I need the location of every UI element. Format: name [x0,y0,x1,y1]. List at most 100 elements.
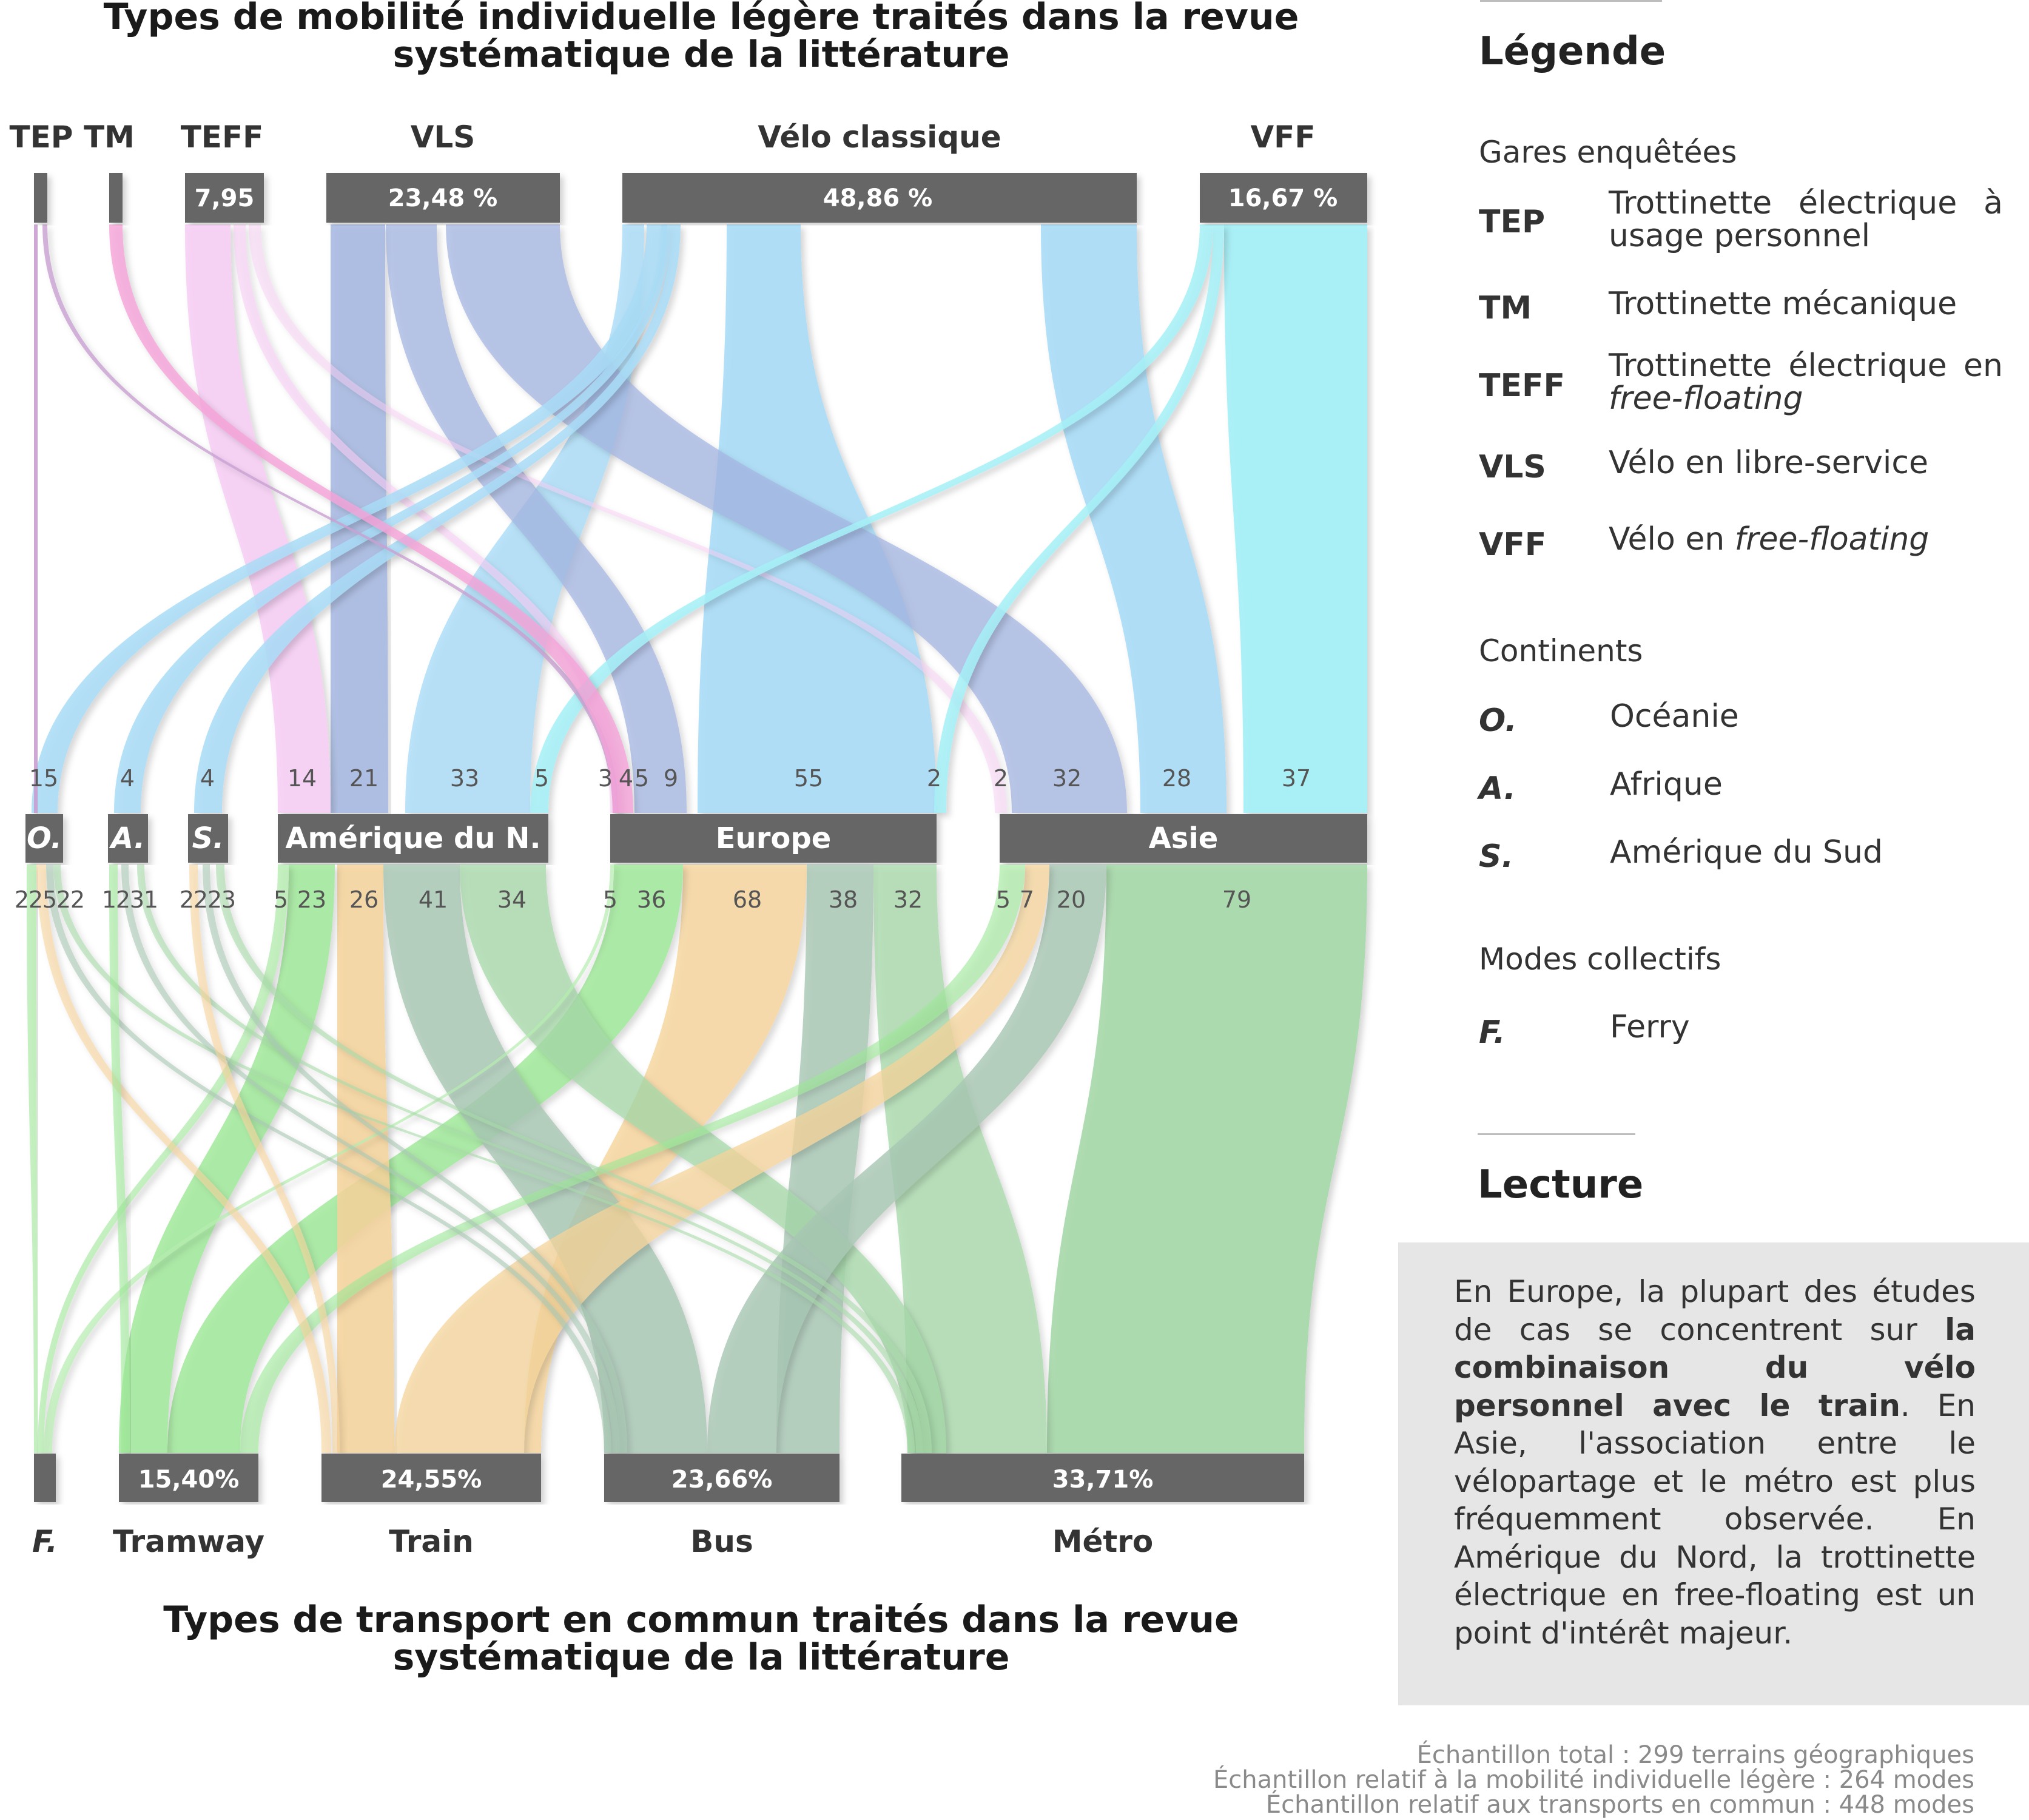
legend-def-amerique-du-sud: Amérique du Sud [1610,834,1883,871]
legend-def-vff: Vélo en free-floating [1609,521,1930,558]
sankey-diagram: Types de mobilité individuelle légère tr… [10,0,1367,1679]
value-label: 21 [349,765,379,792]
top-title-line-1: Types de mobilité individuelle légère tr… [104,0,1299,38]
value-label: 2 [180,886,194,913]
mode-label-bus: Bus [690,1524,753,1559]
flow-amerique-du-nord-train [337,864,394,1453]
bar-label-vff: 16,67 % [1228,184,1338,212]
legend-group-title: Gares enquêtées [1479,135,1737,170]
value-label: 2 [994,765,1008,792]
flow-afrique-tramway [109,864,130,1453]
legend-def-afrique: Afrique [1610,766,1723,803]
footnote-total: Échantillon total : 299 terrains géograp… [1416,1741,1974,1769]
value-label: 20 [1057,886,1086,913]
header-vff: VFF [1250,120,1315,155]
value-label: 5 [996,886,1011,913]
value-label: 5 [634,765,649,792]
bar-label-train: 24,55% [381,1466,482,1494]
legend-italic-term: free-floating [1609,380,1803,417]
bar-label-vls: 23,48 % [388,184,498,212]
value-label: 34 [497,886,527,913]
value-label: 32 [893,886,923,913]
value-label: 79 [1222,886,1251,913]
value-label: 2 [15,886,29,913]
value-label: 7 [1020,886,1034,913]
value-label: 4 [200,765,215,792]
value-label: 2 [29,886,43,913]
divider [1480,0,1662,2]
bar-label-metro: 33,71% [1052,1466,1154,1494]
bottom-title-line-2: systématique de la littérature [393,1636,1010,1679]
legend-abbr-amerique-du-sud: S. [1479,838,1514,875]
header-tep: TEP [10,120,73,155]
value-label: 9 [664,765,678,792]
continent-label-europe: Europe [716,821,832,855]
continent-label-afrique: A. [109,821,145,855]
value-label: 36 [637,886,666,913]
value-label: 1 [102,886,116,913]
legend-def-tep: Trottinette électrique à usage personnel [1609,185,2003,254]
legend-abbr-ferry: F. [1479,1014,1506,1051]
header-velo-classique: Vélo classique [758,120,1001,155]
mode-label-ferry: F. [32,1524,58,1559]
value-label: 5 [274,886,288,913]
legend-abbr-teff: TEFF [1479,368,1566,404]
node-bar-tep [34,173,47,223]
value-label: 14 [288,765,317,792]
value-label: 3 [221,886,236,913]
legend-group-title: Continents [1479,633,1643,669]
legend-def-tm: Trottinette mécanique [1609,286,1957,322]
value-label: 4 [619,765,633,792]
legend-title: Légende [1479,29,1666,74]
value-label: 3 [598,765,613,792]
value-label: 33 [450,765,479,792]
legend-def-teff: Trottinette électrique en free-floating [1609,349,2003,415]
value-label: 2 [56,886,71,913]
mode-label-tramway: Tramway [113,1524,264,1559]
lecture-title: Lecture [1478,1162,1644,1207]
legend-abbr-afrique: A. [1479,770,1516,807]
continent-label-amerique-du-sud: S. [192,821,224,855]
value-label: 15 [29,765,58,792]
legend-abbr-oceanie: O. [1479,703,1517,739]
value-label: 2 [927,765,941,792]
value-label: 2 [116,886,130,913]
mode-label-metro: Métro [1052,1524,1154,1559]
value-label: 38 [829,886,858,913]
top-title-line-2: systématique de la littérature [393,33,1010,76]
lecture-emphasis: la combinaison du vélo personnel avec le… [1454,1312,1976,1423]
value-label: 32 [1052,765,1082,792]
value-label: 2 [70,886,85,913]
legend-abbr-tm: TM [1479,290,1532,326]
continent-label-asie: Asie [1149,821,1219,855]
bottom-title-line-1: Types de transport en commun traités dan… [163,1599,1239,1641]
header-vls: VLS [411,120,476,155]
node-bar-ferry [34,1454,56,1502]
value-label: 23 [297,886,326,913]
value-label: 5 [42,886,57,913]
bar-label-velo-classique: 48,86 % [823,184,933,212]
legend-def-ferry: Ferry [1610,1009,1690,1045]
legend-abbr-vls: VLS [1479,449,1546,485]
legend-italic-term: free-floating [1734,521,1930,558]
header-teff: TEFF [181,120,264,155]
node-bar-tm [109,173,123,223]
value-label: 3 [130,886,144,913]
footnote-public-transport: Échantillon relatif aux transports en co… [1265,1791,1974,1819]
flow-oceanie-ferry [27,864,38,1453]
divider [1478,1133,1635,1135]
lower-flows [27,864,1367,1453]
legend-def-vls: Vélo en libre-service [1609,445,1928,481]
value-label: 5 [603,886,617,913]
legend-abbr-vff: VFF [1479,527,1547,563]
flow-vff-asie [1224,224,1367,813]
mode-label-train: Train [389,1524,474,1559]
bar-label-tramway: 15,40% [138,1466,240,1494]
bar-label-bus: 23,66% [671,1466,773,1494]
continent-label-oceanie: O. [27,821,62,855]
value-label: 41 [419,886,448,913]
value-label: 2 [207,886,222,913]
legend-group-title: Modes collectifs [1479,942,1721,977]
value-label: 28 [1162,765,1191,792]
legend-abbr-tep: TEP [1479,204,1546,240]
